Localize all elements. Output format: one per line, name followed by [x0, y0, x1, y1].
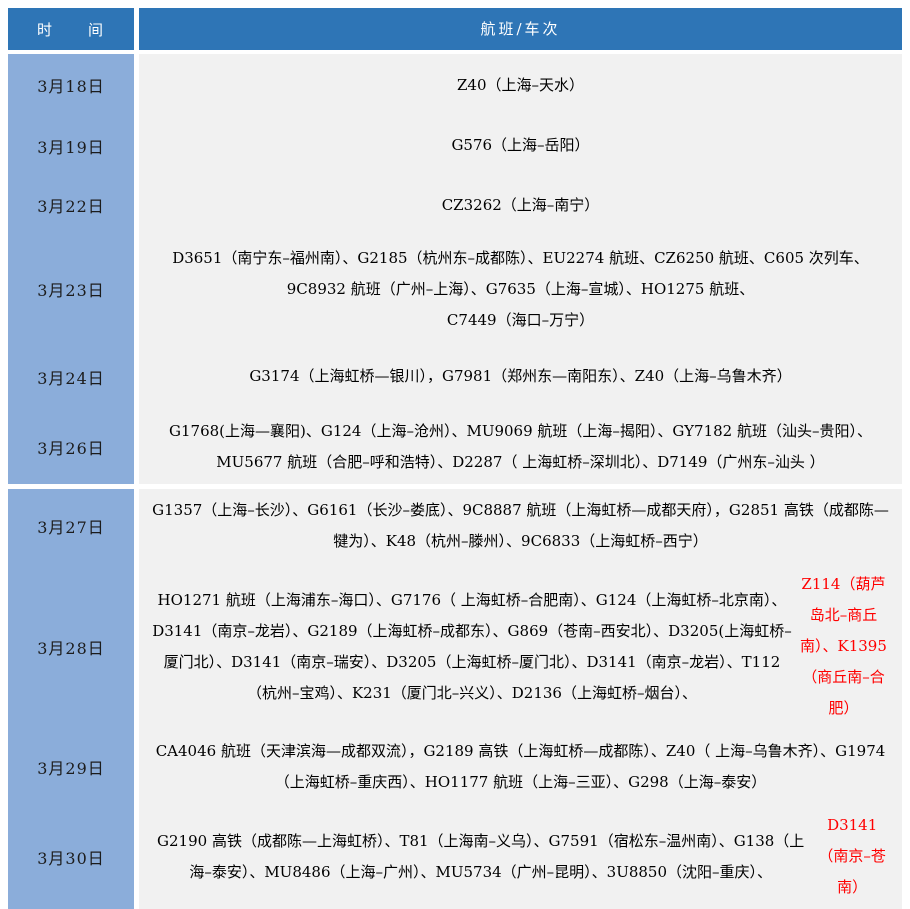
header-time: 时 间 — [8, 8, 134, 50]
flights-text: G2190 高铁（成都陈—上海虹桥）、T81（上海南–义乌）、G7591（宿松东… — [157, 831, 805, 881]
flights-text-red: Z114（葫芦岛北–商丘南）、K1395（商丘南–合肥） — [800, 575, 887, 717]
table-header-row: 时 间 航班/车次 — [8, 8, 902, 50]
date-cell: 3月30日 — [8, 804, 134, 909]
table-row-mar27: 3月27日 G1357（上海–长沙）、G6161（长沙–娄底）、9C8887 航… — [8, 489, 902, 563]
flights-cell: G2190 高铁（成都陈—上海虹桥）、T81（上海南–义乌）、G7591（宿松东… — [139, 804, 902, 909]
table-row-mar19: 3月19日 G576（上海–岳阳） — [8, 116, 902, 175]
date-cell: 3月24日 — [8, 343, 134, 410]
date-cell: 3月29日 — [8, 730, 134, 804]
flights-text-red: D3141（南京–苍南） — [818, 816, 886, 896]
flights-cell: HO1271 航班（上海浦东–海口）、G7176（ 上海虹桥–合肥南）、G124… — [139, 563, 902, 730]
table-row-mar22: 3月22日 CZ3262（上海–南宁） — [8, 175, 902, 235]
flights-text: G576（上海–岳阳） — [451, 136, 590, 154]
date-cell: 3月28日 — [8, 563, 134, 730]
flights-text: Z40（上海–天水） — [456, 75, 584, 94]
flights-text: HO1271 航班（上海浦东–海口）、G7176（ 上海虹桥–合肥南）、G124… — [152, 590, 792, 702]
flights-text: CA4046 航班（天津滨海—成都双流），G2189 高铁（上海虹桥—成都陈）、… — [155, 742, 886, 791]
date-cell: 3月18日 — [8, 54, 134, 116]
date-cell: 3月26日 — [8, 410, 134, 484]
flights-cell: Z40（上海–天水） — [139, 54, 902, 116]
date-cell: 3月19日 — [8, 116, 134, 175]
flights-text: CZ3262（上海–南宁） — [441, 195, 600, 214]
flights-cell: G1768(上海—襄阳)、G124（上海–沧州）、MU9069 航班（上海–揭阳… — [139, 410, 902, 484]
table-row-mar30: 3月30日 G2190 高铁（成都陈—上海虹桥）、T81（上海南–义乌）、G75… — [8, 804, 902, 909]
date-cell: 3月22日 — [8, 175, 134, 235]
date-cell: 3月27日 — [8, 489, 134, 563]
flight-schedule-table: 时 间 航班/车次 3月18日 Z40（上海–天水） 3月19日 G576（上海… — [8, 8, 902, 909]
flights-cell: G1357（上海–长沙）、G6161（长沙–娄底）、9C8887 航班（上海虹桥… — [139, 489, 902, 563]
flights-cell: G576（上海–岳阳） — [139, 116, 902, 175]
table-row-mar26: 3月26日 G1768(上海—襄阳)、G124（上海–沧州）、MU9069 航班… — [8, 410, 902, 484]
table-row-mar28: 3月28日 HO1271 航班（上海浦东–海口）、G7176（ 上海虹桥–合肥南… — [8, 563, 902, 730]
flights-cell: CZ3262（上海–南宁） — [139, 175, 902, 235]
header-flights: 航班/车次 — [139, 8, 902, 50]
flights-cell: CA4046 航班（天津滨海—成都双流），G2189 高铁（上海虹桥—成都陈）、… — [139, 730, 902, 804]
table-row-mar23: 3月23日 D3651（南宁东–福州南）、G2185（杭州东–成都陈）、EU22… — [8, 235, 902, 343]
flights-cell: D3651（南宁东–福州南）、G2185（杭州东–成都陈）、EU2274 航班、… — [139, 235, 902, 343]
table-row-mar29: 3月29日 CA4046 航班（天津滨海—成都双流），G2189 高铁（上海虹桥… — [8, 730, 902, 804]
flights-text: D3651（南宁东–福州南）、G2185（杭州东–成都陈）、EU2274 航班、… — [172, 248, 869, 329]
flights-text: G3174（上海虹桥—银川），G7981（郑州东—南阳东）、Z40（上海–乌鲁木… — [249, 367, 792, 385]
date-cell: 3月23日 — [8, 235, 134, 343]
flights-text: G1357（上海–长沙）、G6161（长沙–娄底）、9C8887 航班（上海虹桥… — [152, 501, 889, 550]
table-row-mar18: 3月18日 Z40（上海–天水） — [8, 54, 902, 116]
table-row-mar24: 3月24日 G3174（上海虹桥—银川），G7981（郑州东—南阳东）、Z40（… — [8, 343, 902, 410]
flights-cell: G3174（上海虹桥—银川），G7981（郑州东—南阳东）、Z40（上海–乌鲁木… — [139, 343, 902, 410]
flights-text: G1768(上海—襄阳)、G124（上海–沧州）、MU9069 航班（上海–揭阳… — [169, 422, 872, 471]
